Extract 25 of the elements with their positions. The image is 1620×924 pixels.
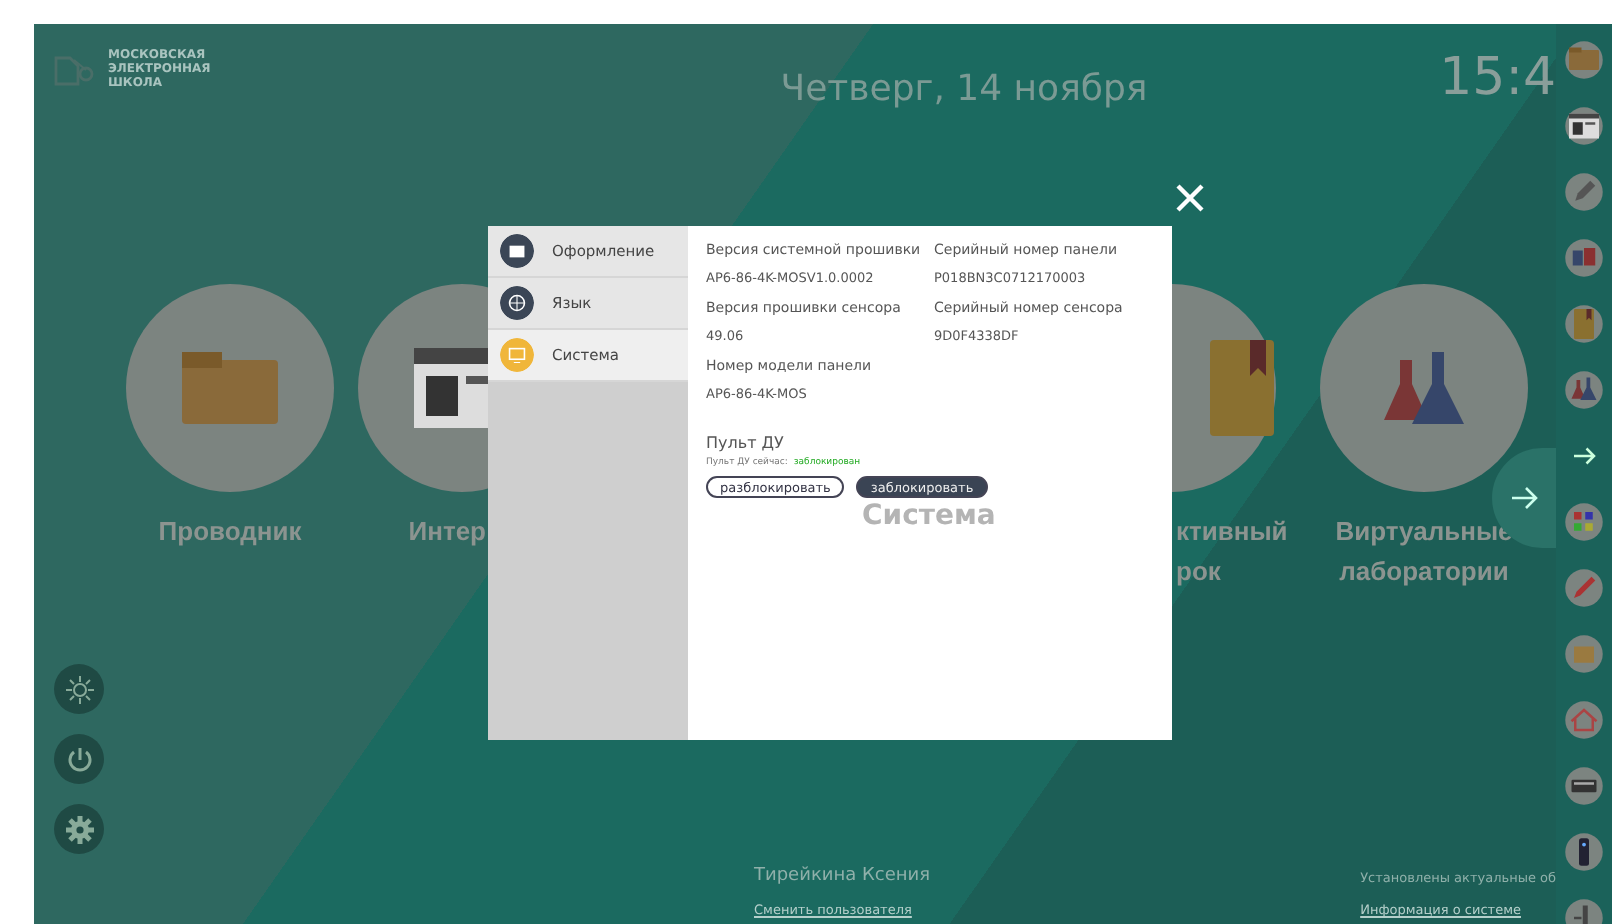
date-label: Четверг, 14 ноября — [778, 68, 1150, 110]
clock-time: 15:4 — [1439, 48, 1556, 108]
dock-boxes-icon[interactable] — [1564, 238, 1604, 278]
monitor-icon — [500, 338, 534, 372]
power-icon[interactable] — [63, 743, 95, 775]
settings-icon[interactable] — [63, 813, 95, 845]
section-title: Пульт ДУ — [706, 434, 784, 452]
dock-grid-icon[interactable] — [1564, 502, 1604, 542]
watermark-title: Система — [862, 500, 996, 532]
dock-book-icon[interactable] — [1564, 304, 1604, 344]
app-label[interactable]: ктивный рок — [1176, 512, 1288, 592]
app-label[interactable]: Виртуальные лаборатории — [1335, 512, 1513, 592]
flasks-icon — [1384, 352, 1464, 424]
dock-remote-icon[interactable] — [1564, 832, 1604, 872]
brightness-icon[interactable] — [63, 673, 95, 705]
dock-flasks-icon[interactable] — [1564, 370, 1604, 410]
dock-keyboard-icon[interactable] — [1564, 766, 1604, 806]
user-name: Тирейкина Ксения — [754, 866, 931, 886]
dock-browser-icon[interactable] — [1564, 106, 1604, 146]
arrow-right-icon[interactable] — [1510, 486, 1538, 510]
globe-icon — [500, 286, 534, 320]
folder-icon — [182, 352, 278, 424]
logo-icon — [54, 53, 98, 85]
window-icon — [500, 234, 534, 268]
book-icon — [1210, 340, 1274, 436]
